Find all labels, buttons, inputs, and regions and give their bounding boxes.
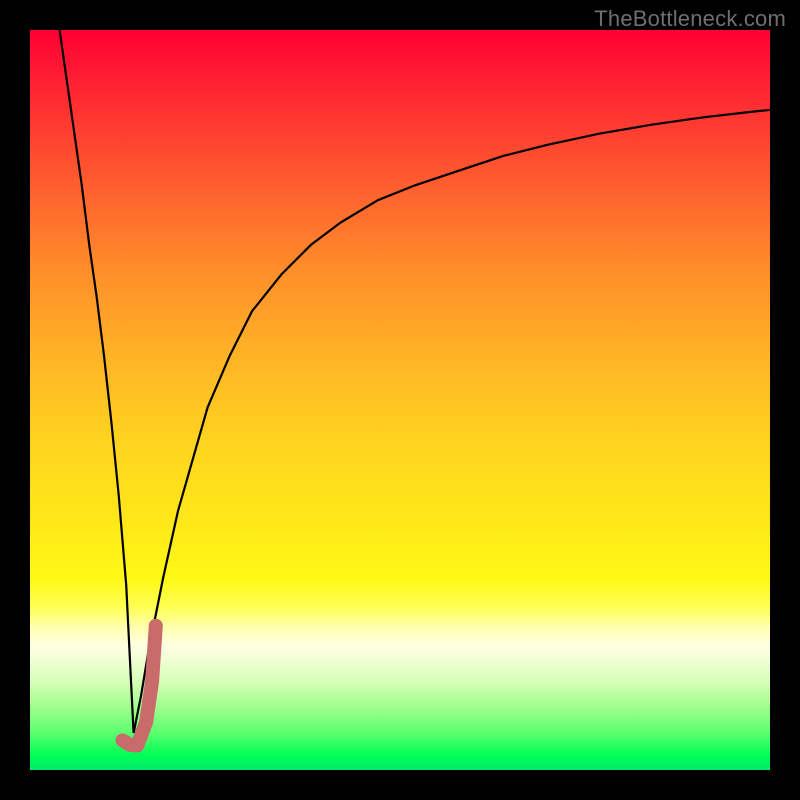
series-left-branch	[60, 30, 134, 733]
series-highlight-stub	[123, 626, 156, 746]
watermark-text: TheBottleneck.com	[594, 6, 786, 32]
plot-area	[30, 30, 770, 770]
curve-layer	[30, 30, 770, 770]
chart-frame: TheBottleneck.com	[0, 0, 800, 800]
series-right-branch	[134, 110, 770, 733]
